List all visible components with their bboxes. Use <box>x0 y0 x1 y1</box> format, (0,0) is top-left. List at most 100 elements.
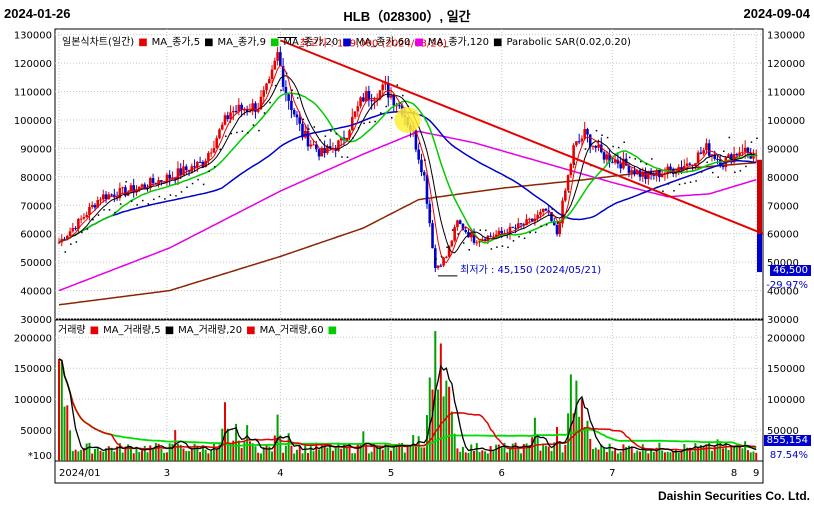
volume-bar <box>163 452 166 461</box>
volume-bar <box>406 445 409 461</box>
sar-dot <box>700 171 703 173</box>
y-tick-label-right: 100000 <box>767 116 805 127</box>
candle-body <box>168 174 171 179</box>
sar-dot <box>490 248 493 250</box>
sar-dot <box>86 228 89 230</box>
x-tick-label: 5 <box>388 468 394 479</box>
candle-body <box>425 175 429 204</box>
price-range-bar-down <box>757 233 762 273</box>
candle-body <box>580 138 584 142</box>
candle-body <box>577 141 581 143</box>
y-tick-label-left: 70000 <box>20 201 52 212</box>
candle-body <box>298 117 302 124</box>
sar-dot <box>678 183 681 186</box>
candle-body <box>633 170 636 175</box>
volume-bar <box>594 447 597 461</box>
volume-bar <box>464 452 467 461</box>
volume-bar <box>351 453 354 461</box>
volume-bar <box>691 451 694 461</box>
y-tick-label-left: 120000 <box>14 59 52 70</box>
sar-dot <box>313 126 316 128</box>
sar-dot <box>191 182 194 185</box>
sar-dot <box>269 101 271 104</box>
volume-bar <box>661 450 664 461</box>
legend-volume: 거래량 <box>58 325 86 336</box>
volume-unit: *100 <box>28 451 52 462</box>
last-price-badge: 46,500 <box>770 265 811 276</box>
sar-dot <box>108 209 111 211</box>
volume-bar <box>531 437 534 461</box>
volume-bar <box>508 448 511 461</box>
candle-body <box>121 187 124 189</box>
candle-body <box>422 172 426 176</box>
candle-body <box>82 217 86 219</box>
candle-body <box>362 97 365 102</box>
legend-ma20: MA_종가,20 <box>283 37 339 48</box>
sar-dot <box>645 163 648 165</box>
volume-bar <box>710 450 713 461</box>
volume-bar <box>727 449 730 461</box>
y-tick-label-right: 60000 <box>767 230 799 241</box>
volume-bar <box>132 453 135 461</box>
sar-dot <box>236 131 238 134</box>
volume-bar <box>345 447 348 461</box>
sar-dot <box>92 218 94 221</box>
volume-bar <box>575 380 578 461</box>
candle-body <box>265 83 268 91</box>
candle-body <box>743 147 747 152</box>
sar-dot <box>717 176 719 178</box>
sar-dot <box>357 127 360 129</box>
candle-body <box>276 52 279 61</box>
volume-bar <box>69 430 72 461</box>
volume-bar <box>96 447 99 461</box>
volume-bar <box>146 452 149 461</box>
sar-dot <box>308 128 310 130</box>
volume-bar <box>564 444 567 461</box>
x-tick-label: 2024/01 <box>59 468 101 479</box>
volume-bar <box>254 446 257 461</box>
sar-dot <box>252 124 255 126</box>
candle-body <box>528 218 531 220</box>
sar-dot <box>739 170 742 172</box>
y-tick-label-left: 100000 <box>14 116 52 127</box>
legend-ma60: MA_종가,60 <box>355 37 411 48</box>
volume-bar <box>102 451 105 461</box>
volume-bar <box>437 389 440 461</box>
candle-body <box>469 233 473 238</box>
sar-dot <box>330 130 332 132</box>
candle-body <box>464 230 468 233</box>
volume-bar <box>293 453 296 461</box>
volume-legend: 거래량 ■ MA_거래량,5 ■ MA_거래량,20 ■ MA_거래량,60 ■ <box>58 325 338 336</box>
candle-body <box>489 235 492 237</box>
candle-body <box>110 194 113 196</box>
candle-body <box>295 114 299 118</box>
sar-dot <box>142 199 144 202</box>
volume-bar <box>138 452 141 461</box>
volume-bar <box>484 451 487 461</box>
candle-body <box>511 226 515 228</box>
volume-bar <box>730 445 733 461</box>
candle-body <box>519 223 523 225</box>
candle-body <box>431 223 434 249</box>
brand-footer: Daishin Securities Co. Ltd. <box>657 489 810 503</box>
candle-body <box>572 145 575 164</box>
volume-bar <box>669 452 672 461</box>
volume-bar <box>448 386 451 461</box>
volume-bar <box>683 444 686 461</box>
candle-body <box>583 129 586 139</box>
y-tick-label-right: 90000 <box>767 144 799 155</box>
sar-dot <box>728 136 731 139</box>
volume-bar <box>647 453 650 461</box>
x-tick-label: 7 <box>609 468 615 479</box>
date-axis <box>54 460 764 484</box>
sar-dot <box>175 195 177 197</box>
sar-dot <box>612 145 614 148</box>
volume-bar <box>616 453 619 461</box>
volume-bar <box>212 443 215 461</box>
candle-body <box>638 170 642 177</box>
volume-bar <box>243 441 246 461</box>
sar-dot <box>352 137 354 139</box>
candle-body <box>669 166 672 170</box>
candle-body <box>569 163 573 176</box>
volume-bar <box>578 416 581 461</box>
